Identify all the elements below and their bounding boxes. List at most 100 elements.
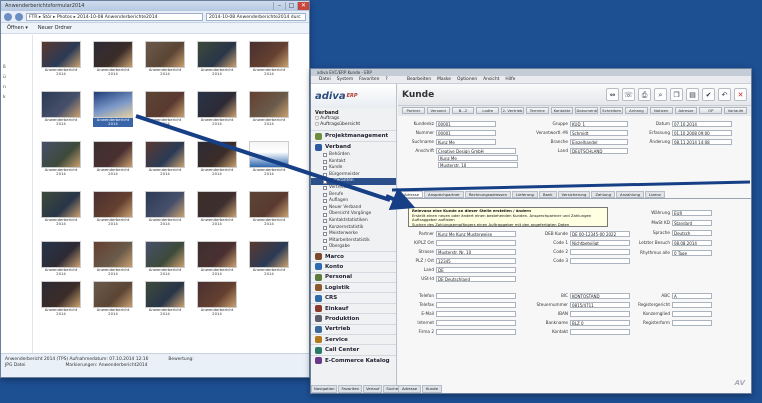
thumbnail[interactable]: Anwenderbericht 2014: [197, 41, 237, 77]
sub-item[interactable]: Mitarbeiterstatistik: [311, 238, 396, 245]
field-input[interactable]: [436, 310, 516, 317]
nav-item[interactable]: n: [1, 85, 32, 95]
thumbnail[interactable]: Anwenderbericht 2014: [93, 241, 133, 277]
nav-item[interactable]: ß: [1, 65, 32, 75]
nav-button[interactable]: Ladte: [476, 107, 500, 114]
field-input[interactable]: [672, 301, 712, 308]
field-input[interactable]: [570, 248, 630, 255]
nav-item[interactable]: ü: [1, 75, 32, 85]
address-line-input[interactable]: Musterstr. 10: [438, 161, 518, 168]
sub-item[interactable]: Auflagen: [311, 198, 396, 205]
explorer-title-bar[interactable]: Anwenderberichtsformular2014 – □ ✕: [1, 1, 309, 11]
tab[interactable]: Bank: [538, 191, 557, 198]
search-icon[interactable]: ⌕: [654, 88, 667, 101]
module-item[interactable]: Call Center: [311, 344, 396, 354]
field-input[interactable]: 00001: [436, 120, 496, 127]
thumbnail[interactable]: Anwenderbericht 2014: [145, 91, 185, 127]
module-item[interactable]: Service: [311, 334, 396, 344]
module-item[interactable]: Logistik: [311, 282, 396, 292]
thumbnail[interactable]: Anwenderbericht 2014: [249, 41, 289, 77]
nav-button[interactable]: Schreiben: [600, 107, 624, 114]
field-input[interactable]: DEUTSCHLAND: [570, 147, 628, 154]
tab[interactable]: Anzahlung: [616, 191, 645, 198]
module-item[interactable]: Produktion: [311, 313, 396, 323]
tab[interactable]: Ansprechpartner: [424, 191, 464, 198]
field-input[interactable]: [570, 257, 630, 264]
minimize-icon[interactable]: –: [273, 2, 285, 10]
delete-icon[interactable]: ✕: [734, 88, 747, 101]
menu-item[interactable]: System: [337, 76, 353, 83]
nav-button[interactable]: Versand: [426, 107, 450, 114]
sub-item[interactable]: Übergabe: [311, 244, 396, 251]
check-icon[interactable]: ✔: [702, 88, 715, 101]
address-input[interactable]: FTR ▸ Stör ▸ Photos ▸ 2014-10-08 Anwende…: [26, 12, 203, 21]
module-item[interactable]: Konto: [311, 261, 396, 271]
field-input[interactable]: Kunz Me Kunz Musterweise: [436, 230, 516, 237]
thumbnail[interactable]: Anwenderbericht 2014: [93, 41, 133, 77]
field-input[interactable]: Schmidt: [570, 129, 628, 136]
footer-tab[interactable]: Navigation: [311, 385, 338, 393]
menu-item[interactable]: Bearbeiten: [407, 76, 431, 84]
footer-tab[interactable]: Verlauf: [363, 385, 383, 393]
thumbnail[interactable]: Anwenderbericht 2014: [197, 141, 237, 177]
tab[interactable]: Lieferung: [512, 191, 538, 198]
field-input[interactable]: DE 00-12345-00 2022: [570, 230, 630, 237]
thumbnail[interactable]: Anwenderbericht 2014: [41, 241, 81, 277]
field-input[interactable]: BLZ 0: [570, 319, 630, 326]
tab[interactable]: Versicherung: [557, 191, 591, 198]
nav-button[interactable]: 2. Vertrieb: [501, 107, 524, 114]
close-icon[interactable]: ✕: [297, 2, 309, 10]
sub-item[interactable]: Berufe: [311, 192, 396, 199]
field-input[interactable]: Standard: [672, 219, 712, 226]
bottom-tab[interactable]: Kunde: [422, 385, 442, 393]
field-input[interactable]: 01.10.2008 09:00: [672, 129, 732, 136]
thumbnail[interactable]: Anwenderbericht 2014: [93, 91, 133, 127]
field-input[interactable]: A: [672, 292, 712, 299]
module-item[interactable]: Marco: [311, 250, 396, 261]
field-input[interactable]: [436, 301, 516, 308]
field-input[interactable]: 08.11.2014 14:08: [672, 138, 732, 145]
thumbnail[interactable]: Anwenderbericht 2014: [41, 281, 81, 317]
module-item[interactable]: Personal: [311, 271, 396, 282]
nav-button[interactable]: OP: [699, 107, 723, 114]
thumbnail[interactable]: Anwenderbericht 2014: [249, 91, 289, 127]
thumbnail[interactable]: Anwenderbericht 2014: [145, 241, 185, 277]
thumbnail[interactable]: Anwenderbericht 2014: [145, 191, 185, 227]
thumbnail[interactable]: Anwenderbericht 2014: [197, 281, 237, 317]
search-input[interactable]: 2014-10-08 Anwenderberichte2014 durc: [206, 12, 306, 21]
menu-item[interactable]: Ansicht: [483, 76, 499, 84]
erp-title-bar[interactable]: adiva EVC/ERP Kunde - ERP: [311, 69, 751, 76]
field-input[interactable]: 00001: [436, 129, 496, 136]
menu-item[interactable]: Datei: [319, 76, 331, 83]
field-input[interactable]: Einzelhandel: [570, 138, 628, 145]
field-input[interactable]: Kunz Me: [436, 138, 496, 145]
nav-button[interactable]: Partner: [402, 107, 425, 114]
field-input[interactable]: Nichtbeteiligt: [570, 239, 630, 246]
tab[interactable]: Zahlung: [591, 191, 615, 198]
field-input[interactable]: [436, 328, 516, 335]
maximize-icon[interactable]: □: [285, 2, 297, 10]
thumbnail[interactable]: Anwenderbericht 2014: [145, 41, 185, 77]
thumbnail[interactable]: Anwenderbericht 2014: [41, 141, 81, 177]
field-input[interactable]: 0815/4711: [570, 301, 630, 308]
field-input[interactable]: KONTOSTAND: [570, 292, 630, 299]
menu-item[interactable]: Hilfe: [505, 76, 515, 84]
field-input[interactable]: [436, 239, 516, 246]
module-item[interactable]: CRS: [311, 292, 396, 302]
tab[interactable]: Adresse: [400, 191, 424, 198]
nav-button[interactable]: Kontakte: [550, 107, 574, 114]
field-input[interactable]: 12345: [436, 257, 516, 264]
field-input[interactable]: [570, 328, 630, 335]
bottom-tab[interactable]: Adresse: [398, 385, 422, 393]
thumbnail[interactable]: Anwenderbericht 2014: [197, 191, 237, 227]
field-input[interactable]: [672, 310, 712, 317]
thumbnail[interactable]: Anwenderbericht 2014: [93, 191, 133, 227]
thumbnail[interactable]: Anwenderbericht 2014: [41, 191, 81, 227]
field-input[interactable]: EUR: [672, 209, 712, 216]
organize-button[interactable]: Öffnen ▾: [7, 25, 28, 31]
field-input[interactable]: Deutsch: [672, 229, 712, 236]
menu-item[interactable]: Optionen: [457, 76, 477, 84]
nav-button[interactable]: Termine: [525, 107, 549, 114]
thumbnail[interactable]: Anwenderbericht 2014: [197, 91, 237, 127]
menu-item[interactable]: Favoriten: [359, 76, 379, 83]
